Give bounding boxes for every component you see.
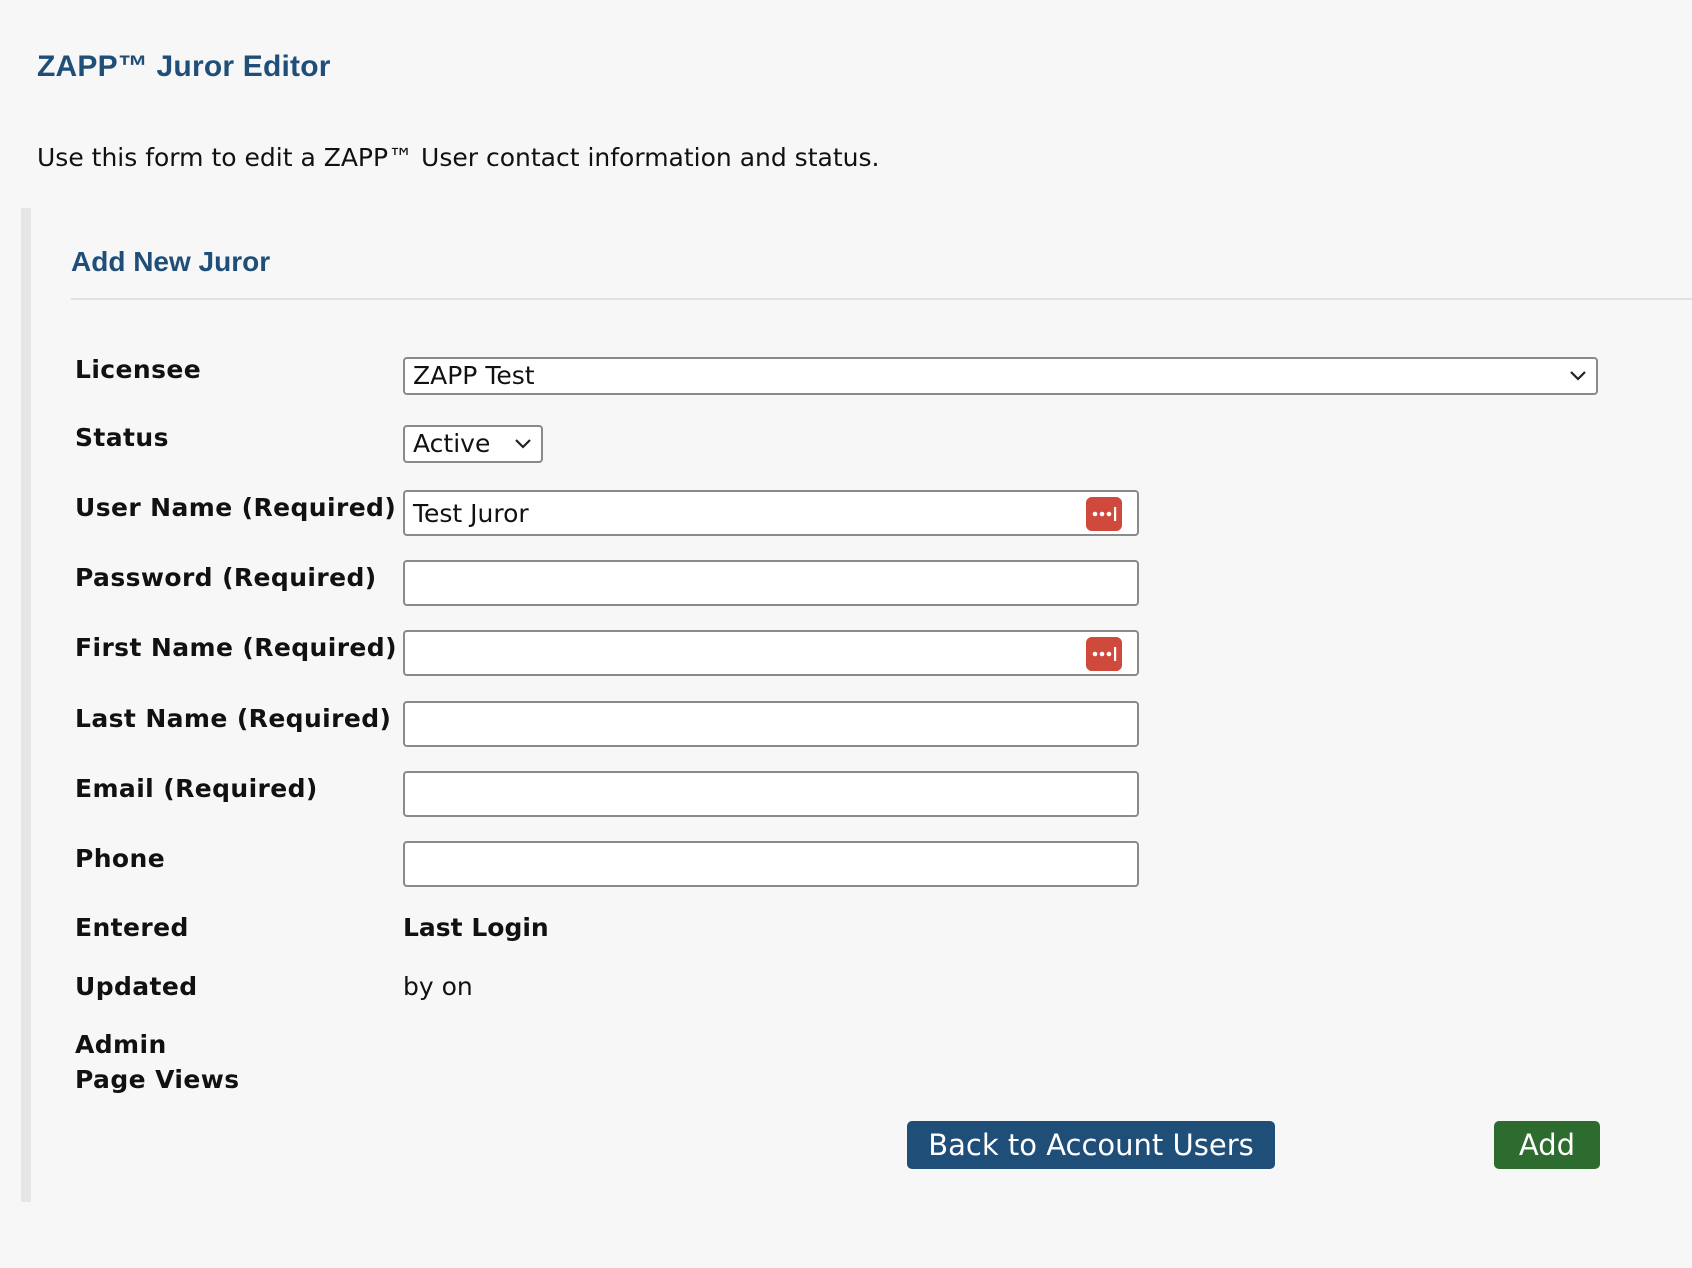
- add-button[interactable]: Add: [1494, 1121, 1600, 1169]
- last-name-input[interactable]: [403, 701, 1139, 747]
- back-to-account-users-button[interactable]: Back to Account Users: [907, 1121, 1275, 1169]
- password-manager-icon[interactable]: [1086, 497, 1122, 531]
- password-input[interactable]: [403, 560, 1139, 606]
- admin-page-views-label-line1: Admin: [75, 1030, 167, 1059]
- licensee-select-value: ZAPP Test: [413, 361, 535, 390]
- status-label: Status: [75, 423, 169, 452]
- last-name-label: Last Name (Required): [75, 704, 392, 733]
- admin-page-views-label-line2: Page Views: [75, 1065, 240, 1094]
- email-input[interactable]: [403, 771, 1139, 817]
- panel-divider: [71, 298, 1692, 300]
- password-manager-icon[interactable]: [1086, 637, 1122, 671]
- chevron-down-icon: [515, 439, 531, 449]
- username-label: User Name (Required): [75, 493, 397, 522]
- entered-label: Entered: [75, 913, 189, 942]
- licensee-label: Licensee: [75, 355, 202, 384]
- chevron-down-icon: [1570, 371, 1586, 381]
- last-login-label: Last Login: [403, 913, 549, 942]
- password-label: Password (Required): [75, 563, 377, 592]
- updated-label: Updated: [75, 972, 198, 1001]
- username-input-value: Test Juror: [413, 499, 529, 528]
- first-name-label: First Name (Required): [75, 633, 397, 662]
- phone-label: Phone: [75, 844, 166, 873]
- page-intro-text: Use this form to edit a ZAPP™ User conta…: [37, 143, 880, 172]
- updated-value: by on: [403, 972, 473, 1001]
- email-label: Email (Required): [75, 774, 318, 803]
- first-name-input[interactable]: [403, 630, 1139, 676]
- page-title: ZAPP™ Juror Editor: [37, 50, 331, 83]
- status-select[interactable]: Active: [403, 425, 543, 463]
- username-input[interactable]: Test Juror: [403, 490, 1139, 536]
- licensee-select[interactable]: ZAPP Test: [403, 357, 1598, 395]
- panel-title: Add New Juror: [71, 246, 271, 277]
- status-select-value: Active: [413, 429, 491, 458]
- phone-input[interactable]: [403, 841, 1139, 887]
